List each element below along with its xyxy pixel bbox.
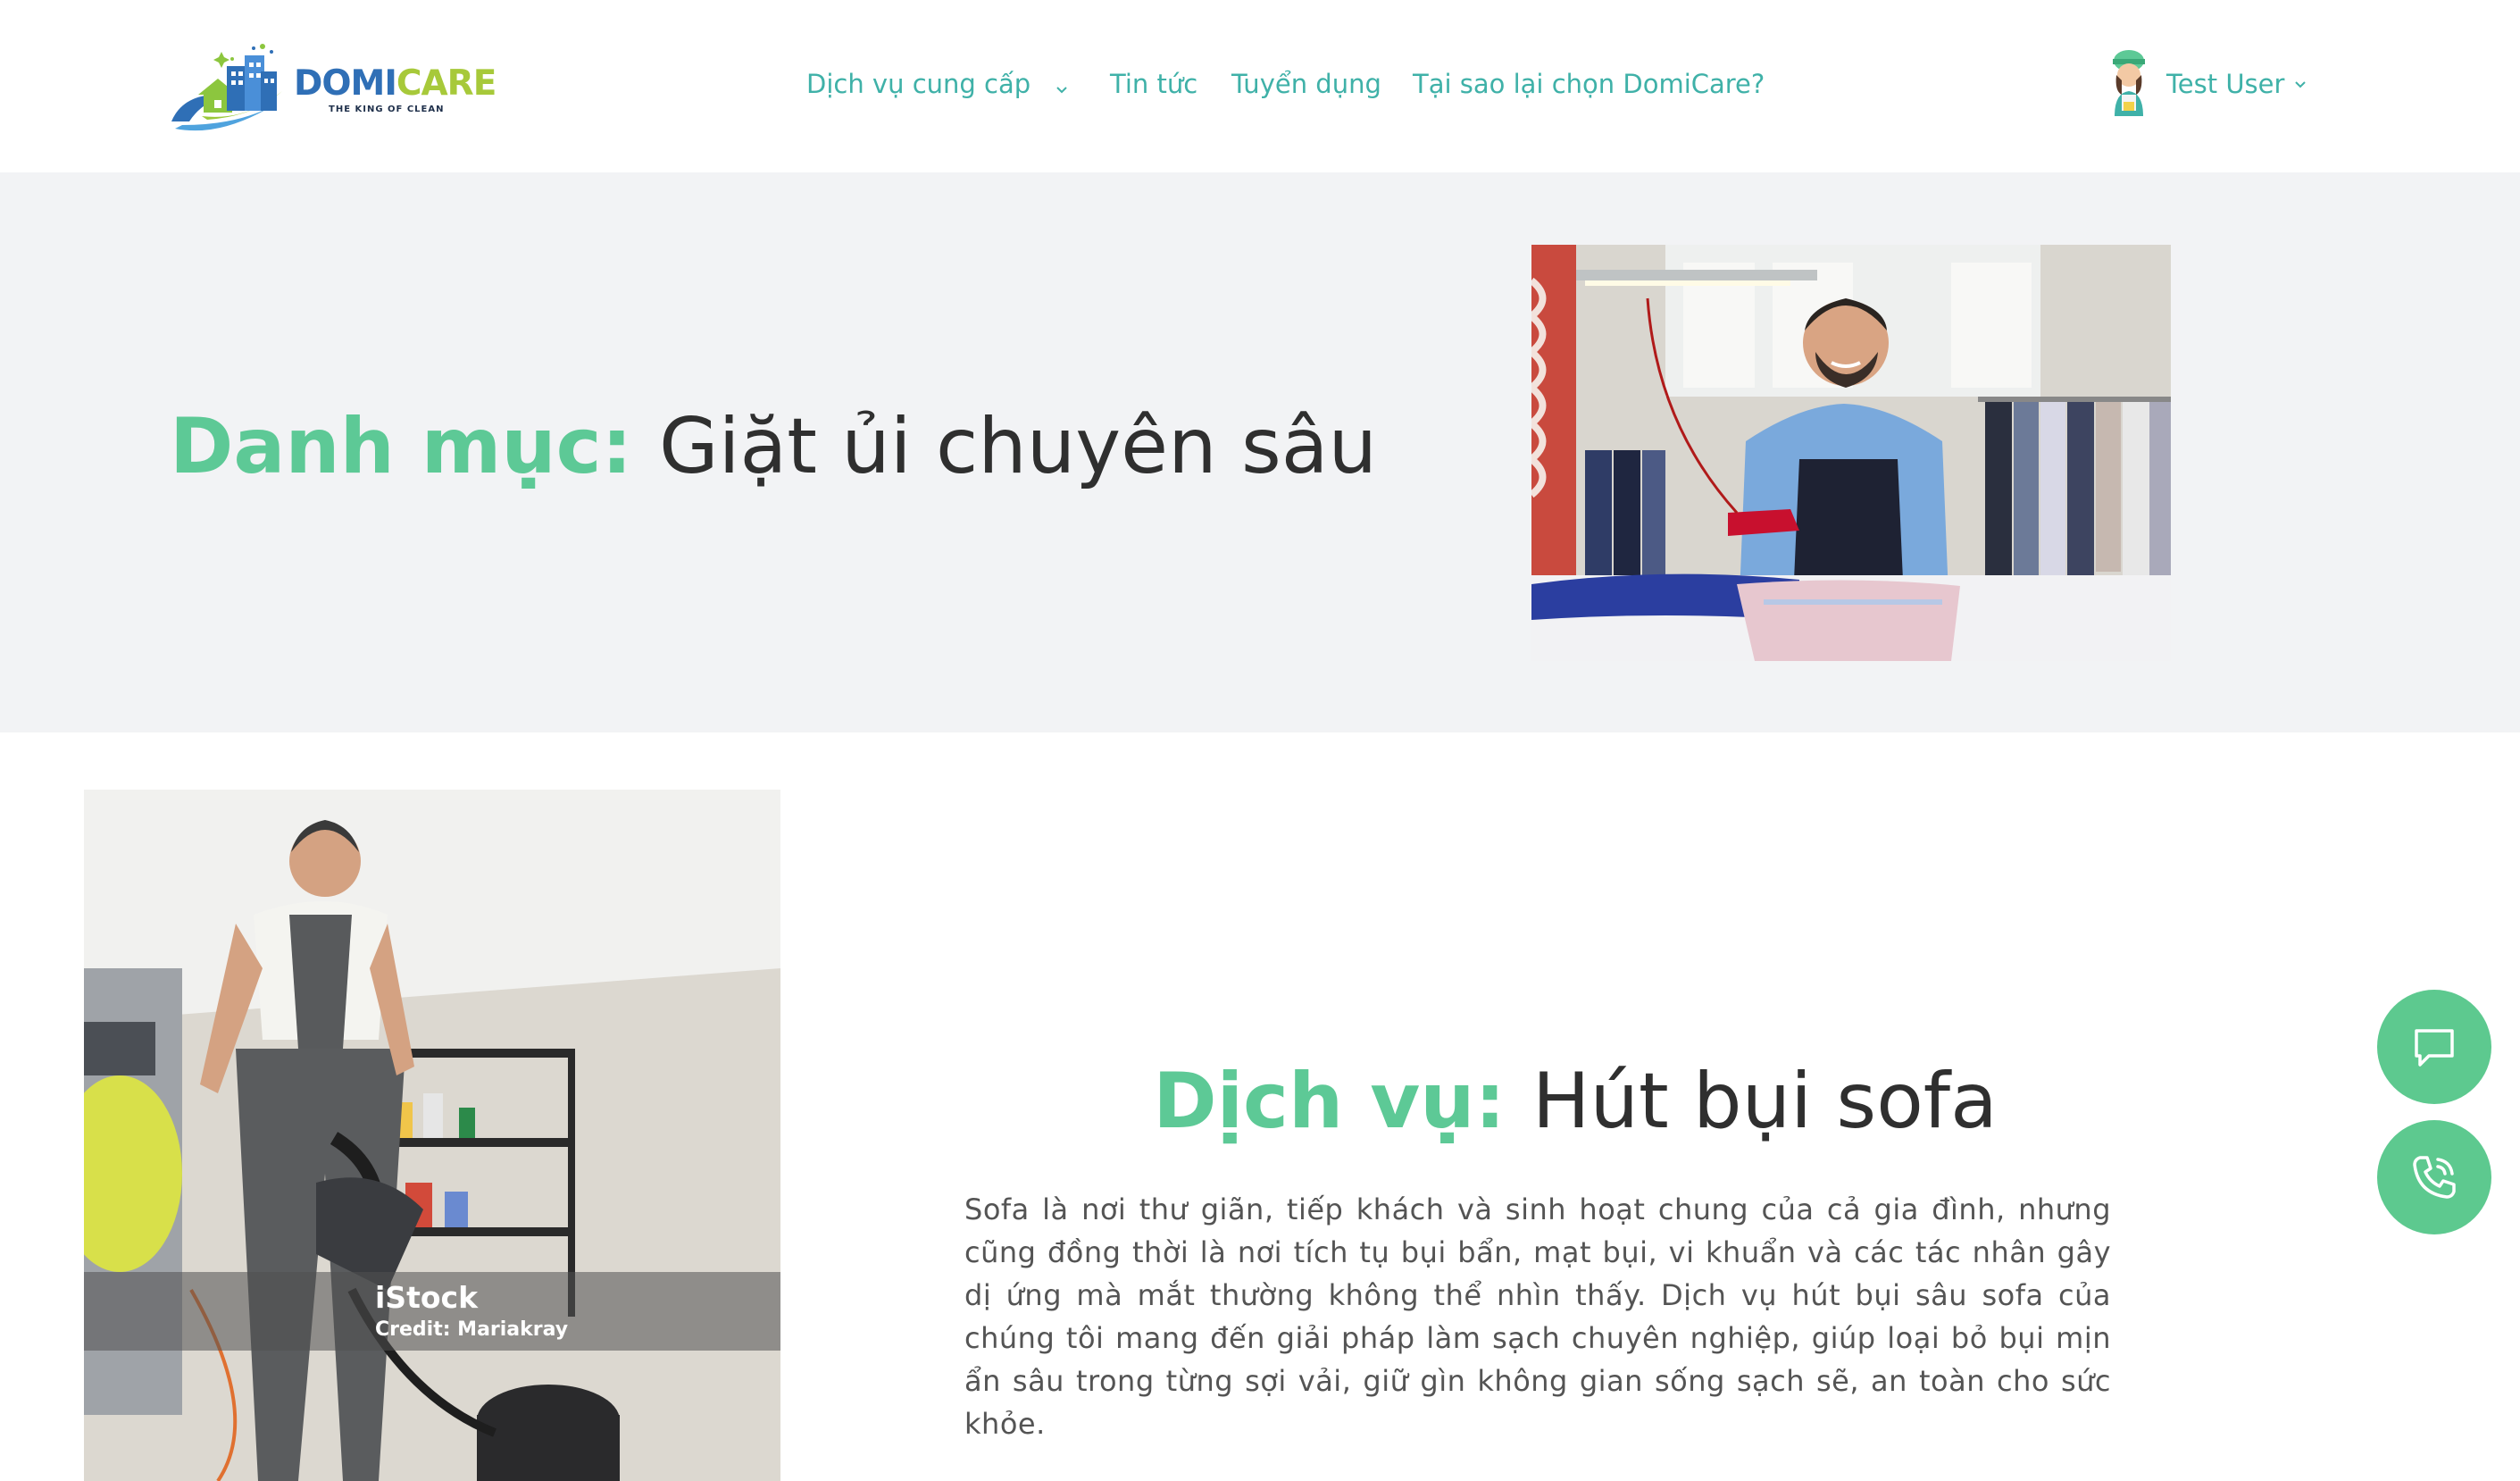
nav-item-label: Dịch vụ cung cấp xyxy=(806,69,1031,99)
domicare-logo[interactable]: DOMICARE THE KING OF CLEAN xyxy=(166,39,496,136)
user-name: Test User xyxy=(2166,69,2285,99)
service-image: iStock Credit: Mariakray xyxy=(84,790,780,1481)
site-header: DOMICARE THE KING OF CLEAN Dịch vụ cung … xyxy=(0,0,2520,172)
call-button[interactable] xyxy=(2377,1120,2491,1234)
nav-item-news[interactable]: Tin tức xyxy=(1110,66,1197,102)
category-title: Danh mục: Giặt ủi chuyên sâu xyxy=(170,405,1377,489)
category-title-prefix: Danh mục: xyxy=(170,402,633,491)
phone-call-icon xyxy=(2413,1156,2456,1199)
nav-item-services[interactable]: Dịch vụ cung cấp xyxy=(806,66,1069,104)
category-image xyxy=(1531,245,2171,661)
service-title: Dịch vụ: Hút bụi sofa xyxy=(964,1059,2186,1144)
chevron-down-icon xyxy=(2293,76,2307,93)
logo-tagline: THE KING OF CLEAN xyxy=(329,105,445,114)
watermark-credit: Credit: Mariakray xyxy=(375,1318,569,1341)
avatar xyxy=(2113,50,2145,116)
chevron-down-icon xyxy=(1055,68,1069,104)
category-title-value: Giặt ủi chuyên sâu xyxy=(658,402,1377,491)
service-description: Sofa là nơi thư giãn, tiếp khách và sinh… xyxy=(964,1192,2111,1441)
chat-button[interactable] xyxy=(2377,990,2491,1104)
image-watermark: iStock Credit: Mariakray xyxy=(84,1272,780,1351)
service-title-prefix: Dịch vụ: xyxy=(1153,1057,1506,1146)
service-title-value: Hút bụi sofa xyxy=(1531,1057,1998,1146)
nav-item-careers[interactable]: Tuyển dụng xyxy=(1231,66,1381,102)
category-hero: Danh mục: Giặt ủi chuyên sâu xyxy=(0,172,2520,732)
logo-wordmark: DOMICARE xyxy=(294,63,496,104)
logo-buildings-icon xyxy=(171,44,282,131)
watermark-brand: iStock xyxy=(375,1280,479,1315)
nav-item-why-domicare[interactable]: Tại sao lại chọn DomiCare? xyxy=(1413,66,1765,102)
chat-bubble-icon xyxy=(2415,1029,2454,1067)
